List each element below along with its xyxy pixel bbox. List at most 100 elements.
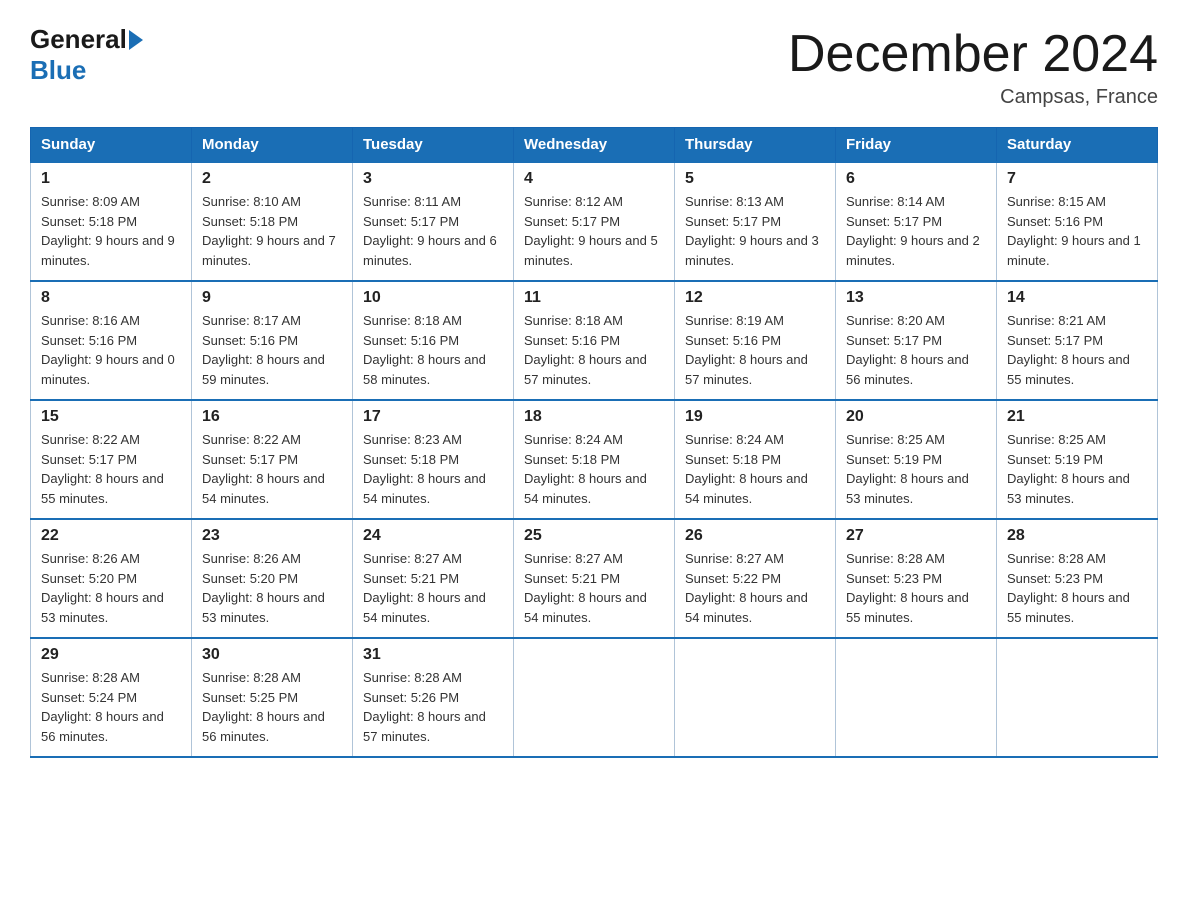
day-info: Sunrise: 8:12 AM Sunset: 5:17 PM Dayligh… xyxy=(524,192,664,270)
calendar-cell: 28 Sunrise: 8:28 AM Sunset: 5:23 PM Dayl… xyxy=(997,519,1158,638)
calendar-table: SundayMondayTuesdayWednesdayThursdayFrid… xyxy=(30,127,1158,758)
calendar-cell: 21 Sunrise: 8:25 AM Sunset: 5:19 PM Dayl… xyxy=(997,400,1158,519)
day-number: 29 xyxy=(41,646,181,664)
calendar-cell xyxy=(675,638,836,757)
day-number: 16 xyxy=(202,408,342,426)
day-number: 9 xyxy=(202,289,342,307)
calendar-cell: 9 Sunrise: 8:17 AM Sunset: 5:16 PM Dayli… xyxy=(192,281,353,400)
day-number: 11 xyxy=(524,289,664,307)
calendar-title: December 2024 xyxy=(788,24,1158,84)
weekday-header-friday: Friday xyxy=(836,128,997,163)
calendar-cell xyxy=(514,638,675,757)
calendar-cell: 4 Sunrise: 8:12 AM Sunset: 5:17 PM Dayli… xyxy=(514,162,675,281)
calendar-cell: 26 Sunrise: 8:27 AM Sunset: 5:22 PM Dayl… xyxy=(675,519,836,638)
day-info: Sunrise: 8:28 AM Sunset: 5:23 PM Dayligh… xyxy=(846,549,986,627)
title-block: December 2024 Campsas, France xyxy=(788,24,1158,109)
calendar-cell: 29 Sunrise: 8:28 AM Sunset: 5:24 PM Dayl… xyxy=(31,638,192,757)
day-number: 10 xyxy=(363,289,503,307)
day-info: Sunrise: 8:27 AM Sunset: 5:22 PM Dayligh… xyxy=(685,549,825,627)
day-number: 3 xyxy=(363,170,503,188)
day-number: 20 xyxy=(846,408,986,426)
day-info: Sunrise: 8:28 AM Sunset: 5:23 PM Dayligh… xyxy=(1007,549,1147,627)
day-number: 24 xyxy=(363,527,503,545)
calendar-cell: 6 Sunrise: 8:14 AM Sunset: 5:17 PM Dayli… xyxy=(836,162,997,281)
calendar-cell: 19 Sunrise: 8:24 AM Sunset: 5:18 PM Dayl… xyxy=(675,400,836,519)
calendar-subtitle: Campsas, France xyxy=(788,86,1158,109)
day-info: Sunrise: 8:11 AM Sunset: 5:17 PM Dayligh… xyxy=(363,192,503,270)
day-number: 15 xyxy=(41,408,181,426)
day-info: Sunrise: 8:21 AM Sunset: 5:17 PM Dayligh… xyxy=(1007,311,1147,389)
weekday-header-monday: Monday xyxy=(192,128,353,163)
week-row-1: 1 Sunrise: 8:09 AM Sunset: 5:18 PM Dayli… xyxy=(31,162,1158,281)
weekday-header-wednesday: Wednesday xyxy=(514,128,675,163)
day-number: 14 xyxy=(1007,289,1147,307)
calendar-cell: 24 Sunrise: 8:27 AM Sunset: 5:21 PM Dayl… xyxy=(353,519,514,638)
calendar-cell: 31 Sunrise: 8:28 AM Sunset: 5:26 PM Dayl… xyxy=(353,638,514,757)
calendar-cell xyxy=(997,638,1158,757)
day-info: Sunrise: 8:22 AM Sunset: 5:17 PM Dayligh… xyxy=(41,430,181,508)
day-number: 31 xyxy=(363,646,503,664)
day-number: 27 xyxy=(846,527,986,545)
day-info: Sunrise: 8:28 AM Sunset: 5:25 PM Dayligh… xyxy=(202,668,342,746)
logo-arrow-icon xyxy=(129,30,143,50)
day-info: Sunrise: 8:14 AM Sunset: 5:17 PM Dayligh… xyxy=(846,192,986,270)
day-info: Sunrise: 8:15 AM Sunset: 5:16 PM Dayligh… xyxy=(1007,192,1147,270)
day-number: 30 xyxy=(202,646,342,664)
day-info: Sunrise: 8:18 AM Sunset: 5:16 PM Dayligh… xyxy=(363,311,503,389)
calendar-cell: 2 Sunrise: 8:10 AM Sunset: 5:18 PM Dayli… xyxy=(192,162,353,281)
calendar-cell: 16 Sunrise: 8:22 AM Sunset: 5:17 PM Dayl… xyxy=(192,400,353,519)
day-info: Sunrise: 8:23 AM Sunset: 5:18 PM Dayligh… xyxy=(363,430,503,508)
day-info: Sunrise: 8:24 AM Sunset: 5:18 PM Dayligh… xyxy=(685,430,825,508)
day-info: Sunrise: 8:26 AM Sunset: 5:20 PM Dayligh… xyxy=(41,549,181,627)
logo-general: General xyxy=(30,24,127,55)
calendar-cell: 22 Sunrise: 8:26 AM Sunset: 5:20 PM Dayl… xyxy=(31,519,192,638)
day-number: 19 xyxy=(685,408,825,426)
day-number: 17 xyxy=(363,408,503,426)
calendar-cell: 27 Sunrise: 8:28 AM Sunset: 5:23 PM Dayl… xyxy=(836,519,997,638)
day-info: Sunrise: 8:28 AM Sunset: 5:26 PM Dayligh… xyxy=(363,668,503,746)
day-number: 18 xyxy=(524,408,664,426)
week-row-3: 15 Sunrise: 8:22 AM Sunset: 5:17 PM Dayl… xyxy=(31,400,1158,519)
calendar-cell: 14 Sunrise: 8:21 AM Sunset: 5:17 PM Dayl… xyxy=(997,281,1158,400)
weekday-header-tuesday: Tuesday xyxy=(353,128,514,163)
day-info: Sunrise: 8:27 AM Sunset: 5:21 PM Dayligh… xyxy=(524,549,664,627)
weekday-header-sunday: Sunday xyxy=(31,128,192,163)
day-number: 12 xyxy=(685,289,825,307)
day-number: 25 xyxy=(524,527,664,545)
day-number: 13 xyxy=(846,289,986,307)
day-info: Sunrise: 8:10 AM Sunset: 5:18 PM Dayligh… xyxy=(202,192,342,270)
day-info: Sunrise: 8:25 AM Sunset: 5:19 PM Dayligh… xyxy=(846,430,986,508)
calendar-cell: 8 Sunrise: 8:16 AM Sunset: 5:16 PM Dayli… xyxy=(31,281,192,400)
calendar-cell: 12 Sunrise: 8:19 AM Sunset: 5:16 PM Dayl… xyxy=(675,281,836,400)
calendar-cell: 30 Sunrise: 8:28 AM Sunset: 5:25 PM Dayl… xyxy=(192,638,353,757)
calendar-cell: 15 Sunrise: 8:22 AM Sunset: 5:17 PM Dayl… xyxy=(31,400,192,519)
day-info: Sunrise: 8:17 AM Sunset: 5:16 PM Dayligh… xyxy=(202,311,342,389)
calendar-cell: 11 Sunrise: 8:18 AM Sunset: 5:16 PM Dayl… xyxy=(514,281,675,400)
calendar-cell: 10 Sunrise: 8:18 AM Sunset: 5:16 PM Dayl… xyxy=(353,281,514,400)
calendar-cell: 7 Sunrise: 8:15 AM Sunset: 5:16 PM Dayli… xyxy=(997,162,1158,281)
day-number: 8 xyxy=(41,289,181,307)
weekday-header-thursday: Thursday xyxy=(675,128,836,163)
day-number: 6 xyxy=(846,170,986,188)
calendar-cell: 3 Sunrise: 8:11 AM Sunset: 5:17 PM Dayli… xyxy=(353,162,514,281)
page-header: General Blue December 2024 Campsas, Fran… xyxy=(30,24,1158,109)
day-info: Sunrise: 8:19 AM Sunset: 5:16 PM Dayligh… xyxy=(685,311,825,389)
calendar-cell: 20 Sunrise: 8:25 AM Sunset: 5:19 PM Dayl… xyxy=(836,400,997,519)
day-info: Sunrise: 8:28 AM Sunset: 5:24 PM Dayligh… xyxy=(41,668,181,746)
week-row-4: 22 Sunrise: 8:26 AM Sunset: 5:20 PM Dayl… xyxy=(31,519,1158,638)
day-info: Sunrise: 8:20 AM Sunset: 5:17 PM Dayligh… xyxy=(846,311,986,389)
day-info: Sunrise: 8:24 AM Sunset: 5:18 PM Dayligh… xyxy=(524,430,664,508)
logo-blue: Blue xyxy=(30,55,86,86)
day-info: Sunrise: 8:16 AM Sunset: 5:16 PM Dayligh… xyxy=(41,311,181,389)
day-number: 7 xyxy=(1007,170,1147,188)
day-number: 28 xyxy=(1007,527,1147,545)
calendar-cell: 17 Sunrise: 8:23 AM Sunset: 5:18 PM Dayl… xyxy=(353,400,514,519)
calendar-cell: 25 Sunrise: 8:27 AM Sunset: 5:21 PM Dayl… xyxy=(514,519,675,638)
day-info: Sunrise: 8:09 AM Sunset: 5:18 PM Dayligh… xyxy=(41,192,181,270)
day-info: Sunrise: 8:26 AM Sunset: 5:20 PM Dayligh… xyxy=(202,549,342,627)
day-number: 21 xyxy=(1007,408,1147,426)
weekday-header-saturday: Saturday xyxy=(997,128,1158,163)
day-info: Sunrise: 8:27 AM Sunset: 5:21 PM Dayligh… xyxy=(363,549,503,627)
day-info: Sunrise: 8:18 AM Sunset: 5:16 PM Dayligh… xyxy=(524,311,664,389)
day-info: Sunrise: 8:25 AM Sunset: 5:19 PM Dayligh… xyxy=(1007,430,1147,508)
